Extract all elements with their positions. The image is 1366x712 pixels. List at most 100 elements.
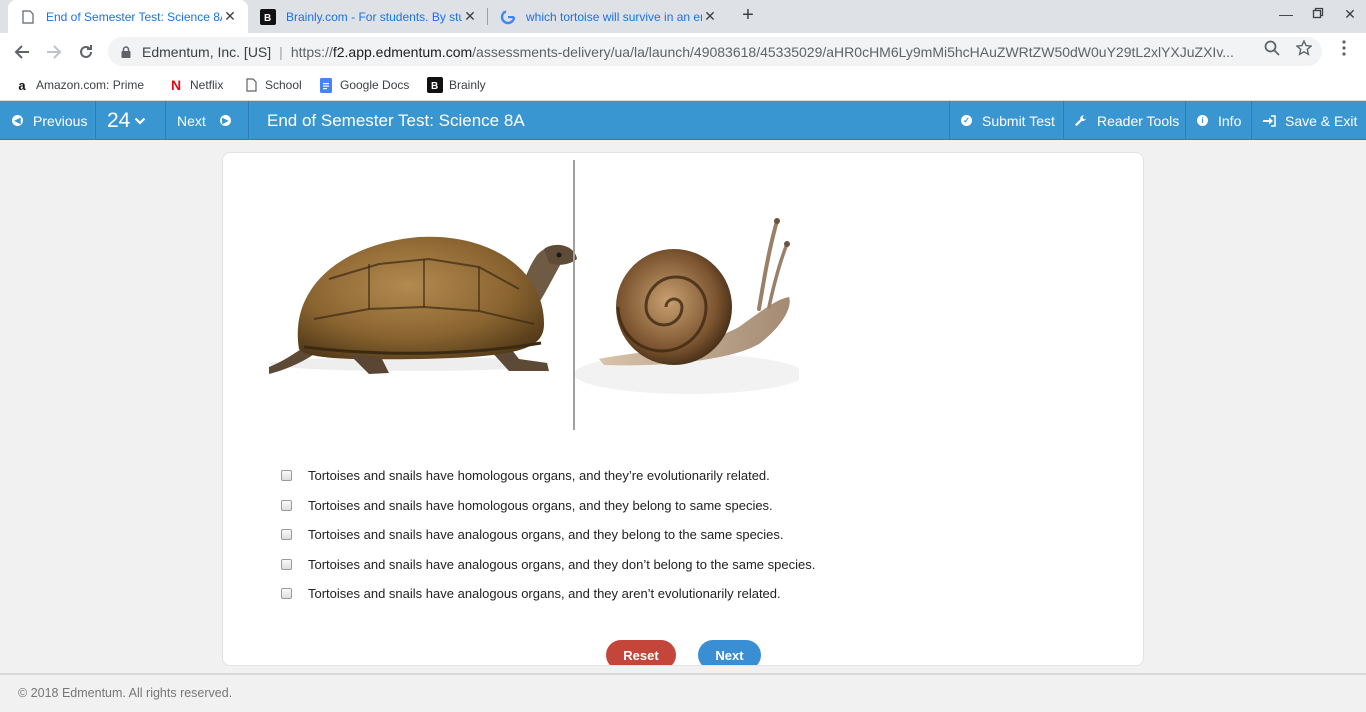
bookmark-netflix[interactable]: N Netflix: [168, 76, 223, 94]
previous-label: Previous: [33, 112, 88, 129]
tortoise-snail-image: [269, 218, 799, 394]
answer-option-2[interactable]: Tortoises and snails have homologous org…: [281, 495, 881, 515]
bookmark-label: Amazon.com: Prime: [36, 78, 145, 92]
answer-text: Tortoises and snails have homologous org…: [308, 467, 770, 483]
address-divider: |: [279, 43, 283, 60]
save-exit-label: Save & Exit: [1285, 112, 1358, 129]
browser-toolbar: Edmentum, Inc. [US] | https://f2.app.edm…: [0, 33, 1366, 70]
answer-option-3[interactable]: Tortoises and snails have analogous orga…: [281, 524, 881, 544]
page-icon: [20, 9, 36, 25]
svg-text:B: B: [264, 13, 271, 24]
browser-tab-strip: End of Semester Test: Science 8A ✕ B Bra…: [0, 0, 1366, 33]
kebab-menu-icon[interactable]: [1335, 39, 1353, 57]
next-question-button[interactable]: Next ▶: [177, 101, 231, 140]
back-arrow-icon[interactable]: [10, 40, 34, 64]
browser-tab-brainly[interactable]: B Brainly.com - For students. By student…: [248, 0, 488, 33]
browser-tab-edmentum[interactable]: End of Semester Test: Science 8A ✕: [8, 0, 248, 33]
docs-icon: [318, 77, 334, 93]
answer-checkbox[interactable]: [281, 528, 292, 540]
footer-divider: [0, 673, 1366, 675]
previous-button[interactable]: ◀ Previous: [12, 101, 87, 140]
save-exit-button[interactable]: Save & Exit: [1263, 101, 1357, 140]
header-divider: [1185, 101, 1186, 140]
answer-checkbox[interactable]: [281, 558, 292, 570]
bookmark-label: Netflix: [190, 78, 224, 92]
zoom-icon[interactable]: [1263, 39, 1281, 57]
header-divider: [1251, 101, 1252, 140]
info-label: Info: [1218, 112, 1242, 129]
forward-arrow-icon[interactable]: [42, 40, 66, 64]
minimize-icon[interactable]: —: [1276, 6, 1296, 26]
info-circle-icon: i: [1197, 115, 1208, 126]
answer-text: Tortoises and snails have analogous orga…: [308, 556, 816, 572]
site-identity: Edmentum, Inc. [US]: [142, 43, 272, 60]
arrow-right-circle-icon: ▶: [219, 115, 231, 126]
bookmark-amazon[interactable]: a Amazon.com: Prime: [14, 76, 144, 94]
reset-button[interactable]: Reset: [606, 640, 676, 665]
header-divider: [949, 101, 950, 140]
bookmark-star-icon[interactable]: [1295, 39, 1313, 57]
answer-text: Tortoises and snails have analogous orga…: [308, 526, 784, 542]
sign-in-icon: [1263, 114, 1276, 127]
answer-option-1[interactable]: Tortoises and snails have homologous org…: [281, 465, 881, 485]
answer-checkbox[interactable]: [281, 469, 292, 481]
google-icon: [500, 9, 516, 25]
netflix-icon: N: [170, 77, 182, 93]
snail-figure: [574, 218, 799, 394]
image-divider: [573, 160, 575, 430]
copyright-text: © 2018 Edmentum. All rights reserved.: [18, 686, 233, 700]
next-button[interactable]: Next: [698, 640, 761, 665]
bookmarks-bar: a Amazon.com: Prime N Netflix School Goo…: [0, 70, 1366, 101]
reader-tools-label: Reader Tools: [1097, 112, 1180, 129]
close-icon[interactable]: ✕: [222, 8, 238, 25]
answer-option-5[interactable]: Tortoises and snails have analogous orga…: [281, 583, 881, 603]
browser-tab-google[interactable]: which tortoise will survive in an enviro…: [488, 0, 728, 33]
amazon-icon: a: [18, 77, 26, 93]
answer-checkbox[interactable]: [281, 499, 292, 511]
lock-icon: [121, 45, 131, 58]
bookmark-brainly[interactable]: B Brainly: [427, 76, 486, 94]
header-divider: [248, 101, 249, 140]
url-text: https://f2.app.edmentum.com/assessments-…: [290, 43, 1234, 60]
bookmark-google-docs[interactable]: Google Docs: [318, 76, 409, 94]
wrench-icon: [1075, 114, 1086, 126]
reload-icon[interactable]: [74, 40, 98, 64]
tab-title: End of Semester Test: Science 8A: [46, 9, 222, 24]
brainly-icon: B: [427, 77, 443, 93]
chevron-down-icon: [135, 117, 146, 125]
reader-tools-button[interactable]: Reader Tools: [1075, 101, 1179, 140]
answer-checkbox[interactable]: [281, 587, 292, 599]
header-divider: [165, 101, 166, 140]
restore-icon[interactable]: [1308, 6, 1328, 26]
brainly-icon: B: [260, 8, 276, 25]
tortoise-figure: [269, 236, 577, 374]
answer-text: Tortoises and snails have homologous org…: [308, 497, 773, 513]
close-icon[interactable]: ✕: [462, 8, 478, 25]
answer-option-4[interactable]: Tortoises and snails have analogous orga…: [281, 554, 881, 574]
bookmark-label: Google Docs: [340, 78, 410, 92]
bookmark-label: Brainly: [449, 78, 486, 92]
header-divider: [1063, 101, 1064, 140]
test-title: End of Semester Test: Science 8A: [267, 110, 525, 130]
new-tab-plus-icon[interactable]: +: [738, 5, 758, 25]
tab-title: which tortoise will survive in an enviro…: [526, 9, 702, 24]
question-card: Tortoises and snails have homologous org…: [222, 152, 1144, 666]
test-header-bar: ◀ Previous 24 Next ▶ End of Semester Tes…: [0, 101, 1366, 140]
window-close-icon[interactable]: ✕: [1340, 6, 1360, 26]
page-icon: [243, 77, 259, 93]
next-label: Next: [177, 112, 206, 129]
submit-test-button[interactable]: ✓ Submit Test: [961, 101, 1055, 140]
submit-label: Submit Test: [982, 112, 1055, 129]
question-number: 24: [107, 108, 131, 132]
bookmark-label: School: [265, 78, 302, 92]
bookmark-school[interactable]: School: [243, 76, 302, 94]
address-bar[interactable]: Edmentum, Inc. [US] | https://f2.app.edm…: [108, 37, 1322, 66]
check-circle-icon: ✓: [961, 115, 972, 126]
question-number-dropdown[interactable]: 24: [107, 101, 146, 140]
tab-title: Brainly.com - For students. By students.: [286, 9, 462, 24]
svg-text:B: B: [431, 81, 438, 92]
info-button[interactable]: i Info: [1197, 101, 1241, 140]
answer-text: Tortoises and snails have analogous orga…: [308, 585, 781, 601]
arrow-left-circle-icon: ◀: [12, 115, 23, 126]
close-icon[interactable]: ✕: [702, 8, 718, 25]
